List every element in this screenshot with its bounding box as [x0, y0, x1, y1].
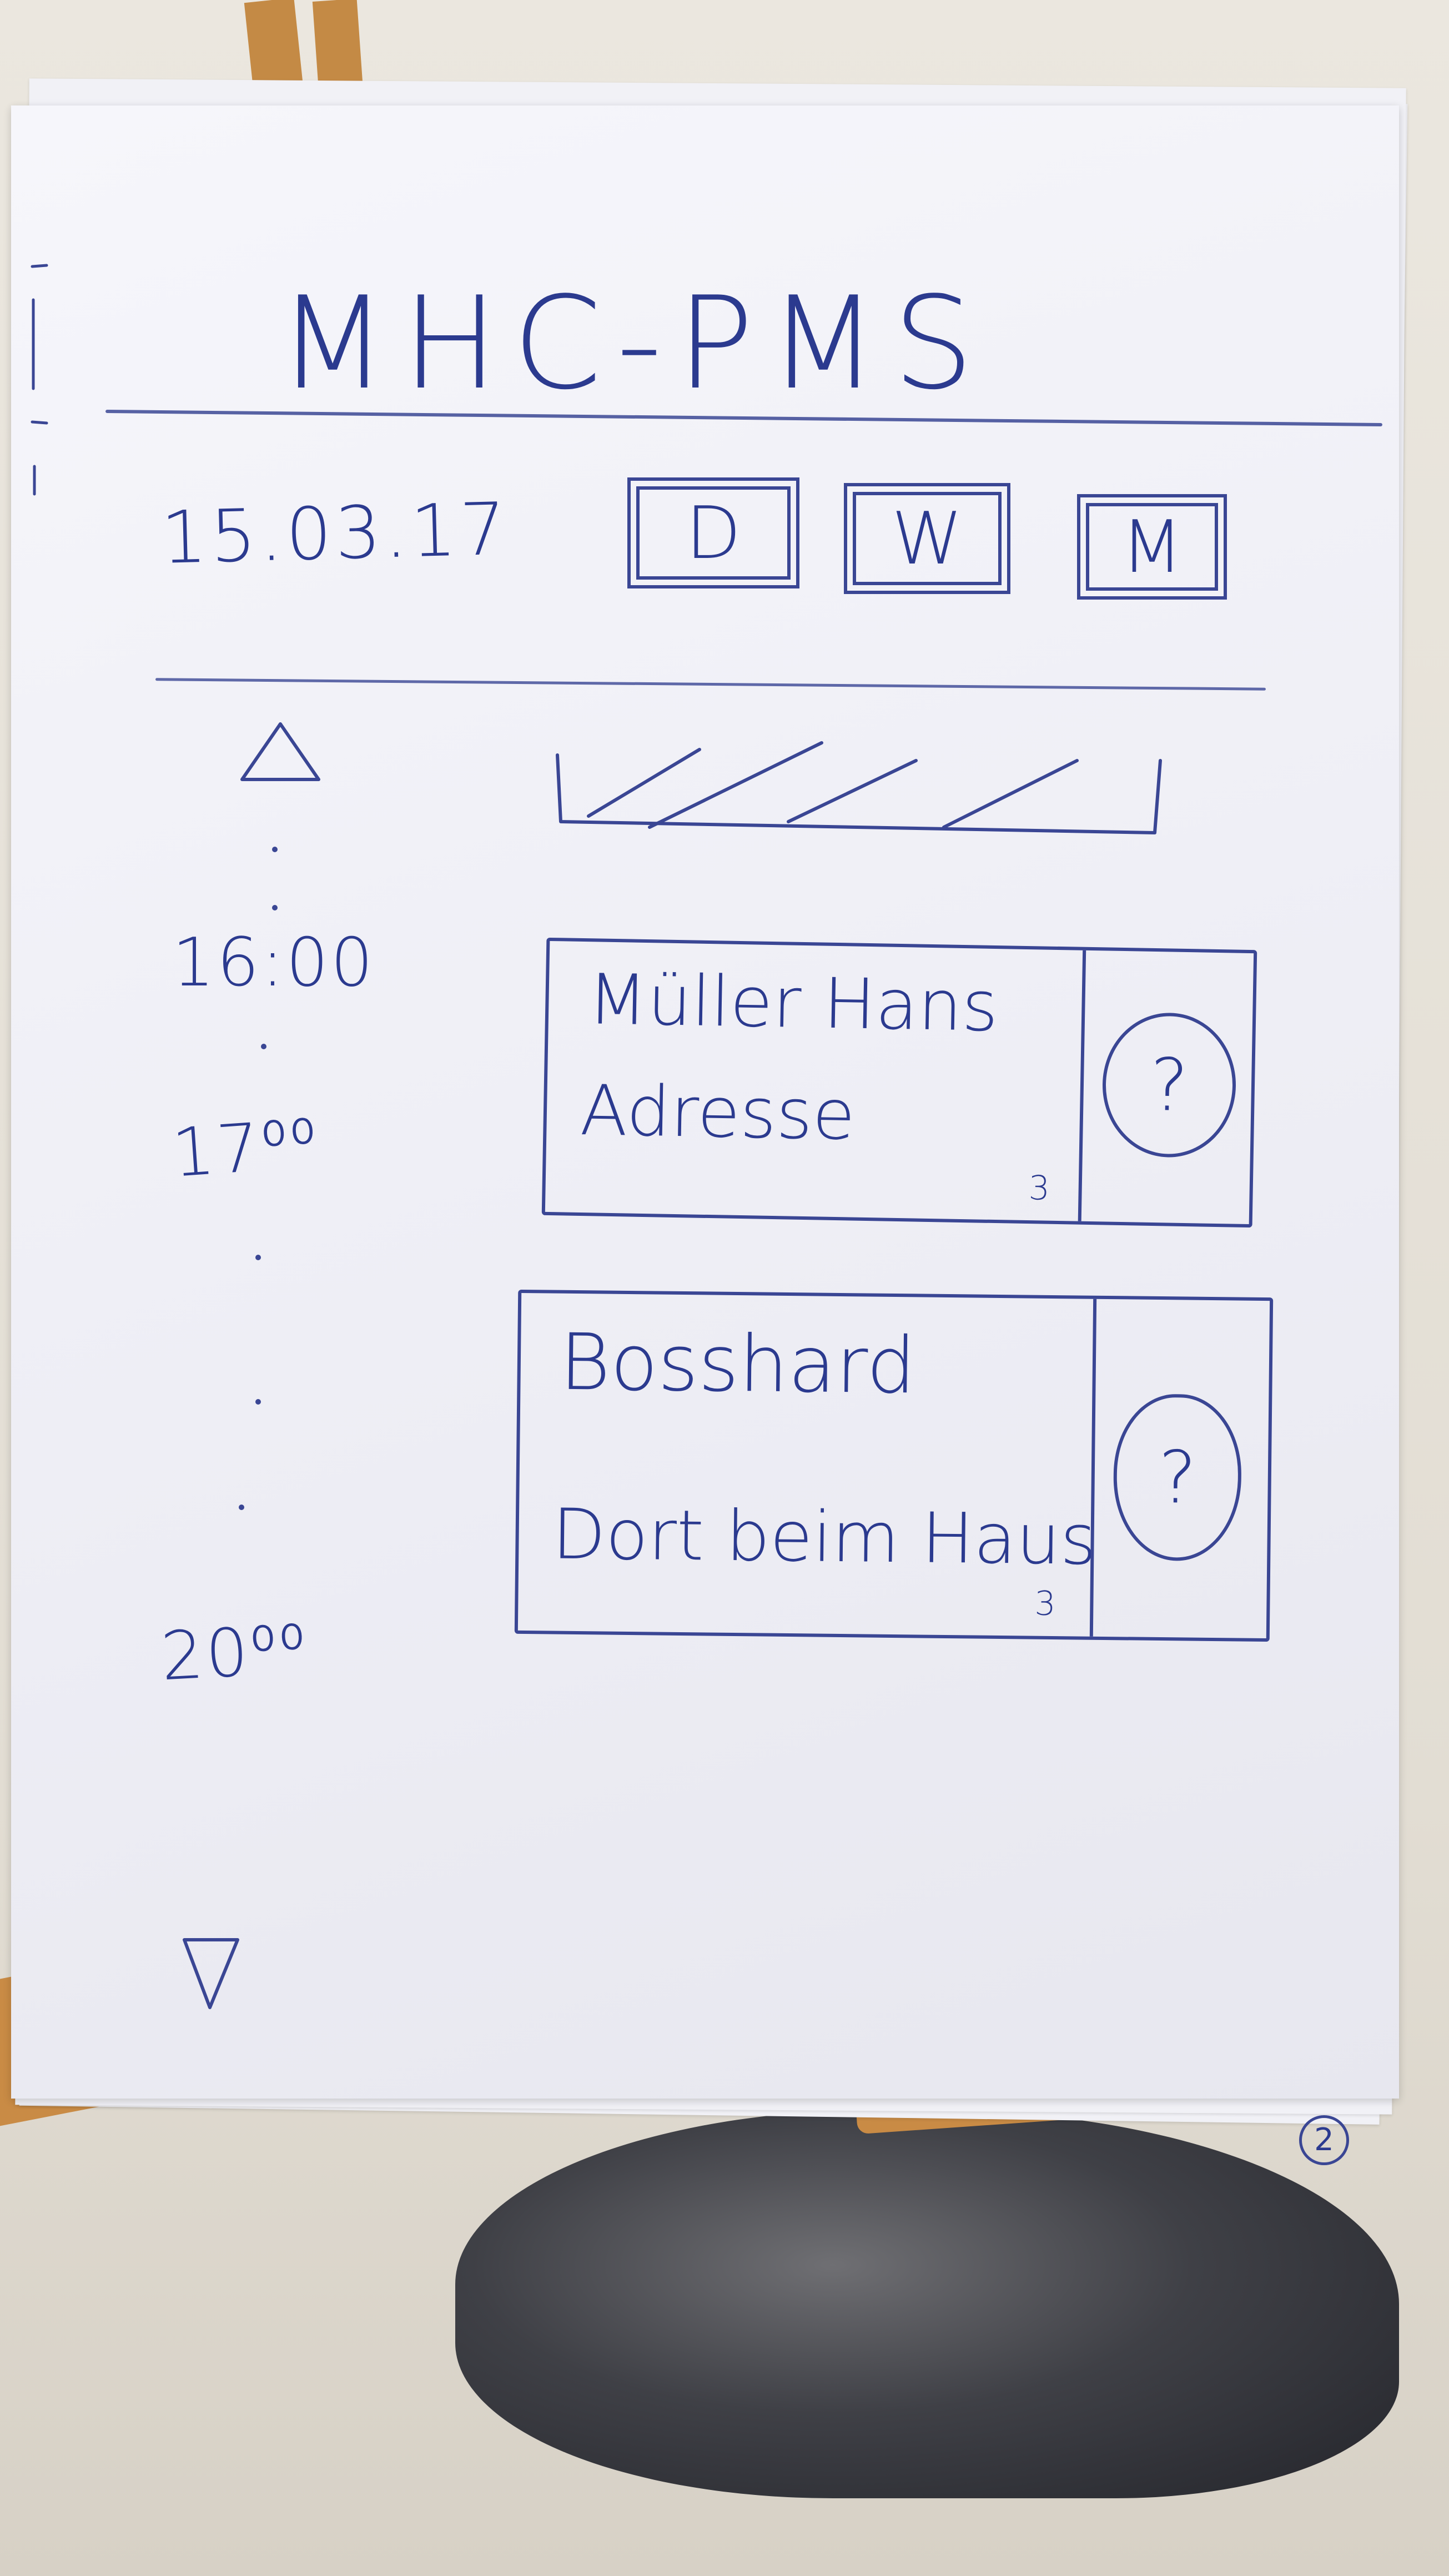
- appointment-address: Adresse: [579, 1070, 856, 1156]
- timeline-dot: [272, 847, 278, 852]
- day-view-button[interactable]: D: [627, 477, 799, 588]
- timeline-dot: [272, 905, 278, 910]
- timeline-dot: [239, 1505, 244, 1510]
- appointment-address: Dort beim Haus: [551, 1494, 1097, 1581]
- week-view-button[interactable]: W: [844, 483, 1010, 594]
- appointment-divider: [1089, 1299, 1097, 1637]
- time-label: 17⁰⁰: [169, 1105, 322, 1193]
- app-title: MHC-PMS: [278, 270, 989, 418]
- appointment-patient-name: Bosshard: [559, 1317, 917, 1412]
- appointment-card[interactable]: Bosshard Dort beim Haus 3 ?: [514, 1289, 1274, 1642]
- status-unknown-icon[interactable]: ?: [1101, 1012, 1237, 1159]
- triangle-down-icon[interactable]: [178, 1932, 244, 2015]
- page-number: 2: [1299, 2115, 1349, 2165]
- appointment-count: 3: [1028, 1169, 1050, 1208]
- month-view-button[interactable]: M: [1077, 494, 1227, 600]
- paper-prototype: MHC-PMS 15.03.17 D W M 16:00 17⁰⁰ 20⁰⁰ M…: [11, 105, 1399, 2165]
- appointment-count: 3: [1034, 1584, 1056, 1624]
- time-label: 16:00: [172, 924, 375, 1002]
- timeline-dot: [255, 1399, 261, 1405]
- status-unknown-icon[interactable]: ?: [1113, 1393, 1242, 1562]
- time-label: 20⁰⁰: [159, 1611, 310, 1696]
- previous-sheet-marks: [31, 264, 48, 496]
- timeline-dot: [255, 1255, 261, 1260]
- appointment-card[interactable]: Müller Hans Adresse 3 ?: [541, 937, 1257, 1228]
- current-date[interactable]: 15.03.17: [160, 487, 539, 580]
- timeline-dot: [261, 1044, 266, 1049]
- blocked-time-slot: [556, 741, 1162, 834]
- appointment-patient-name: Müller Hans: [587, 959, 999, 1048]
- fabric-background: [455, 2110, 1399, 2498]
- toolbar-divider: [155, 678, 1266, 691]
- triangle-up-icon[interactable]: [233, 716, 328, 788]
